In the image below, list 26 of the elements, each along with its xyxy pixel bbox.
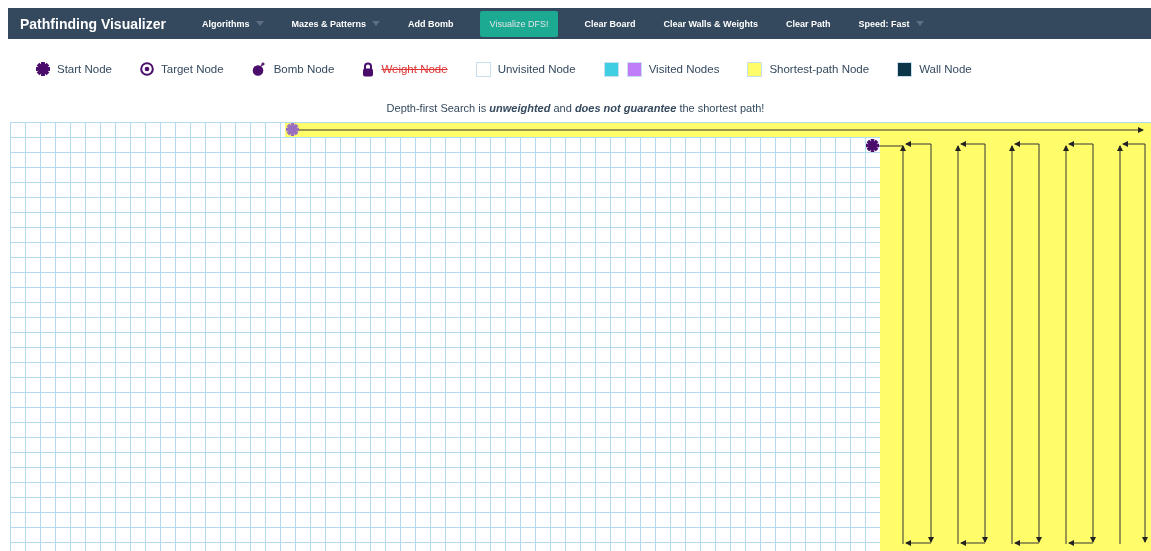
- star-icon: [36, 62, 50, 76]
- caret-icon: [372, 21, 381, 26]
- legend-label: Shortest-path Node: [769, 63, 870, 75]
- legend-label: Unvisited Node: [497, 63, 576, 75]
- caret-icon: [255, 21, 264, 26]
- weight-icon: [362, 61, 375, 77]
- legend-label: Bomb Node: [273, 63, 335, 75]
- nav-button[interactable]: Add Bomb: [408, 10, 454, 37]
- legend-label: Visited Nodes: [648, 63, 720, 75]
- bomb-icon: [251, 62, 267, 76]
- nav-button[interactable]: Clear Walls & Weights: [663, 10, 758, 37]
- app-title: Pathfinding Visualizer: [20, 15, 166, 32]
- start-node-icon[interactable]: [866, 139, 879, 152]
- legend-label: Weight Node: [381, 63, 448, 75]
- dropdown-menu[interactable]: Speed: Fast: [858, 10, 924, 37]
- dropdown-menu[interactable]: Mazes & Patterns: [291, 10, 381, 37]
- nav-button[interactable]: Clear Board: [584, 10, 636, 37]
- nav-button[interactable]: Clear Path: [785, 10, 831, 37]
- legend-label: Wall Node: [919, 63, 972, 75]
- start-node-icon[interactable]: [286, 123, 299, 136]
- algorithm-info-text: Depth-first Search is unweighted and does not guarantee the shortest path!: [385, 101, 766, 116]
- legend-label: Start Node: [57, 63, 112, 75]
- target-icon: [140, 62, 154, 76]
- legend-label: Target Node: [161, 63, 224, 75]
- caret-icon: [915, 21, 924, 26]
- dropdown-menu[interactable]: Algorithms: [202, 10, 264, 37]
